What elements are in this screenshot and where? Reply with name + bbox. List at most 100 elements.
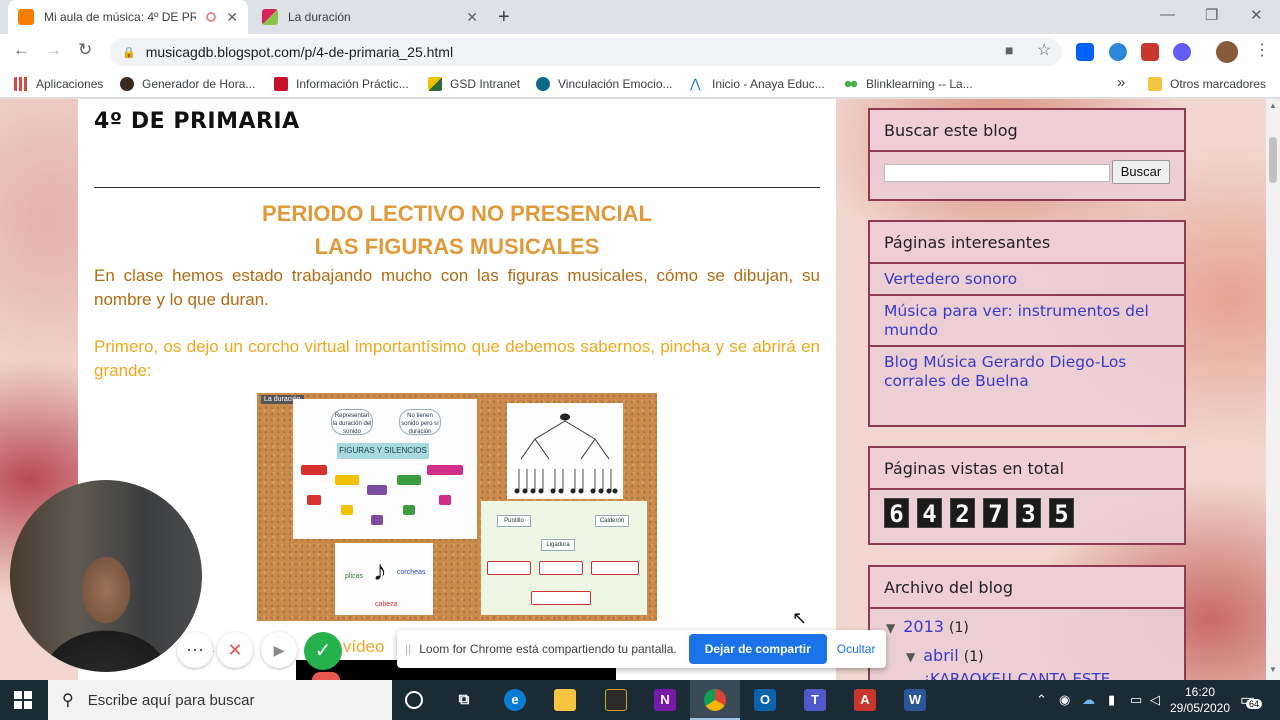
- staff-3: [591, 561, 639, 575]
- edge-icon[interactable]: e: [504, 689, 526, 711]
- bubble-sound: Representan la duración del sonido: [331, 409, 373, 435]
- page-scrollbar[interactable]: ▲ ▼: [1266, 99, 1280, 680]
- link-musica-para-ver[interactable]: Música para ver: instrumentos del mundo: [870, 296, 1184, 347]
- cortana-icon[interactable]: [405, 691, 423, 709]
- expand-triangle-icon[interactable]: ▼: [886, 621, 895, 635]
- profile-avatar[interactable]: [1216, 41, 1238, 63]
- vinculacion-icon: [536, 77, 550, 91]
- taskbar-search[interactable]: ⚲ Escribe aquí para buscar: [48, 680, 392, 720]
- restore-button[interactable]: ❐: [1205, 6, 1218, 24]
- scroll-thumb[interactable]: [1269, 137, 1277, 183]
- bookmark-apps[interactable]: Aplicaciones: [14, 77, 103, 91]
- bookmark-vinculacion[interactable]: Vinculación Emocio...: [536, 77, 673, 91]
- blog-search-input[interactable]: [884, 164, 1110, 182]
- padlet-icon: [262, 9, 278, 25]
- star-icon[interactable]: ☆: [1037, 40, 1051, 60]
- chrome-icon[interactable]: [704, 689, 726, 711]
- close-icon[interactable]: ✕: [466, 9, 478, 26]
- loom-extension-icon[interactable]: [1173, 43, 1191, 61]
- tray-chevron-icon[interactable]: ⌃: [1036, 692, 1047, 708]
- pages-widget: Páginas interesantes Vertedero sonoro Mú…: [868, 220, 1186, 427]
- loom-cancel-button[interactable]: ✕: [217, 632, 253, 668]
- tab-blog[interactable]: Mi aula de música: 4º DE PRI ✕: [8, 0, 248, 34]
- loom-more-button[interactable]: ⋯: [177, 632, 213, 668]
- archive-year[interactable]: 2013: [903, 617, 944, 636]
- loom-finish-button[interactable]: ✓: [304, 632, 342, 670]
- folder-icon: [1148, 77, 1162, 91]
- bookmark-gsd[interactable]: GSD Intranet: [428, 77, 520, 91]
- address-bar[interactable]: 🔒 musicagdb.blogspot.com/p/4-de-primaria…: [110, 38, 1062, 66]
- page-title: 4º DE PRIMARIA: [94, 109, 300, 134]
- battery-icon[interactable]: ▭: [1130, 692, 1142, 708]
- counter-digit: 6: [884, 498, 909, 528]
- tab-strip: Mi aula de música: 4º DE PRI ✕ La duraci…: [0, 0, 1280, 34]
- search-button[interactable]: Buscar: [1112, 160, 1170, 184]
- bookmark-label: Otros marcadores: [1170, 77, 1267, 91]
- dropbox-icon[interactable]: [1076, 43, 1094, 61]
- archive-year-row[interactable]: ▼ 2013 (1): [886, 617, 969, 636]
- bookmark-informacion[interactable]: Información Práctic...: [274, 77, 409, 91]
- notifications-icon[interactable]: ▭64: [1240, 690, 1263, 710]
- loom-pause-button[interactable]: ▶: [261, 632, 297, 668]
- archive-year-count: (1): [949, 620, 969, 636]
- menu-icon[interactable]: ⋮: [1254, 40, 1270, 60]
- onedrive-tray-icon[interactable]: ☁: [1082, 692, 1095, 708]
- note-tree-icon: [514, 413, 618, 494]
- link-vertedero-sonoro[interactable]: Vertedero sonoro: [870, 264, 1184, 296]
- corkboard-image[interactable]: La duración Representan la duración del …: [257, 393, 657, 621]
- back-button[interactable]: ←: [13, 40, 30, 60]
- drag-handle-icon[interactable]: ||: [405, 642, 411, 656]
- pill-purple: [367, 485, 387, 495]
- app-icon[interactable]: [605, 689, 627, 711]
- pill-yellow: [335, 475, 359, 485]
- notification-count: 64: [1246, 699, 1263, 709]
- bookmark-generador[interactable]: Generador de Hora...: [120, 77, 255, 91]
- apps-grid-icon: [14, 77, 28, 91]
- close-window-button[interactable]: ✕: [1250, 6, 1263, 24]
- close-icon[interactable]: ✕: [226, 9, 238, 26]
- bookmarks-overflow-button[interactable]: »: [1117, 74, 1125, 91]
- windows-start-icon[interactable]: [14, 691, 32, 709]
- clock-time: 16:20: [1184, 685, 1216, 699]
- file-explorer-icon[interactable]: [554, 689, 576, 711]
- teams-icon[interactable]: T: [804, 689, 826, 711]
- archive-month[interactable]: abril: [923, 646, 958, 665]
- taskbar-clock[interactable]: 16:20 29/05/2020: [1168, 684, 1232, 716]
- intro-paragraph: En clase hemos estado trabajando mucho c…: [94, 266, 820, 309]
- outlook-icon[interactable]: O: [754, 689, 776, 711]
- stop-sharing-button[interactable]: Dejar de compartir: [688, 634, 827, 664]
- acrobat-icon[interactable]: [1141, 43, 1159, 61]
- volume-icon[interactable]: ◁: [1150, 692, 1160, 708]
- acrobat-reader-icon[interactable]: A: [854, 689, 876, 711]
- corkboard-paragraph: Primero, os dejo un corcho virtual impor…: [94, 337, 820, 380]
- counter-digit: 4: [917, 498, 942, 528]
- bookmark-anaya[interactable]: ⋀ Inicio - Anaya Educ...: [690, 77, 825, 92]
- puntillo-box: Puntillo: [497, 515, 531, 527]
- new-tab-button[interactable]: +: [498, 6, 510, 29]
- task-view-icon[interactable]: ⧉: [453, 689, 475, 711]
- scroll-up-arrow-icon[interactable]: ▲: [1269, 101, 1277, 110]
- scroll-down-arrow-icon[interactable]: ▼: [1269, 665, 1277, 674]
- onenote-icon[interactable]: N: [654, 689, 676, 711]
- webcam-bubble[interactable]: [10, 480, 202, 672]
- bookmark-label: Información Práctic...: [296, 77, 409, 91]
- counter-digit: 7: [983, 498, 1008, 528]
- minimize-button[interactable]: —: [1160, 6, 1175, 23]
- archive-post-link[interactable]: ¡KARAOKE!! CANTA ESTE: [924, 670, 1110, 680]
- camera-icon[interactable]: ■: [1005, 42, 1013, 58]
- tab-duracion[interactable]: La duración ✕: [252, 0, 488, 34]
- onedrive-icon[interactable]: [1109, 43, 1127, 61]
- network-icon[interactable]: ◉: [1059, 692, 1070, 708]
- reload-button[interactable]: ↻: [78, 40, 92, 60]
- note-parts-note: plicas corcheas cabeza ♪: [335, 543, 433, 615]
- tab-title: La duración: [288, 10, 351, 24]
- bookmark-blinklearning[interactable]: Blinklearning -- La...: [844, 77, 973, 91]
- expand-triangle-icon[interactable]: ▼: [906, 650, 915, 664]
- word-icon[interactable]: W: [904, 689, 926, 711]
- link-blog-gerardo-diego[interactable]: Blog Música Gerardo Diego-Los corrales d…: [870, 347, 1184, 396]
- microphone-icon[interactable]: ▮: [1108, 692, 1115, 708]
- forward-button[interactable]: →: [45, 40, 62, 60]
- archive-month-row[interactable]: ▼ abril (1): [906, 646, 984, 665]
- bookmark-other-folder[interactable]: Otros marcadores: [1148, 77, 1266, 91]
- hide-button[interactable]: Ocultar: [837, 642, 876, 656]
